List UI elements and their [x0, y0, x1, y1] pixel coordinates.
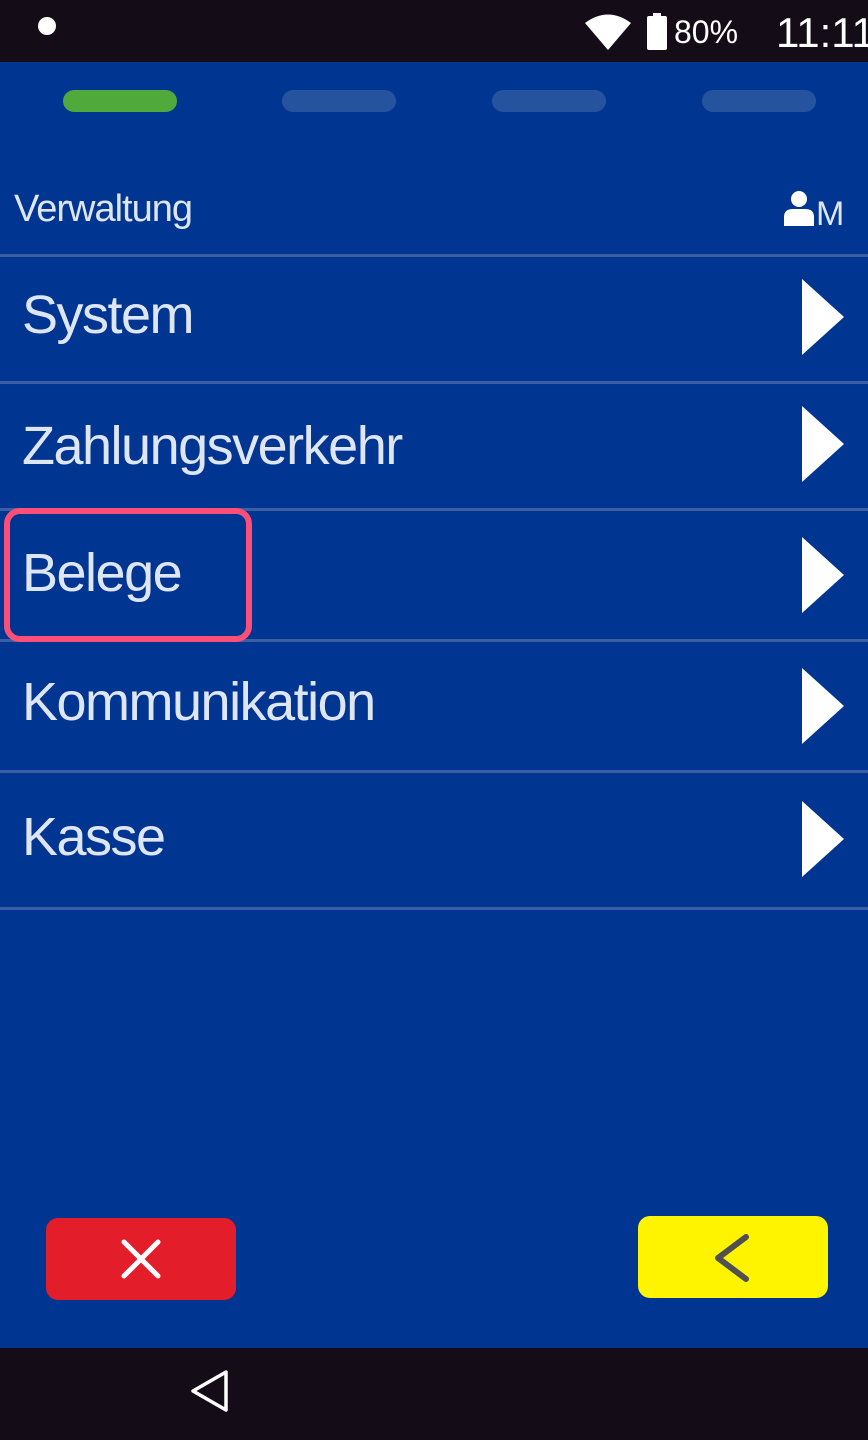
menu-item-label: Kasse	[22, 807, 166, 867]
menu-item-system[interactable]: System	[0, 257, 868, 381]
progress-step-3	[492, 90, 606, 112]
user-role-letter: M	[816, 195, 845, 233]
progress-step-4	[702, 90, 816, 112]
chevron-right-icon	[802, 668, 844, 744]
navigation-bar	[0, 1348, 868, 1440]
menu-item-kommunikation[interactable]: Kommunikation	[0, 642, 868, 770]
close-icon	[121, 1239, 161, 1279]
highlight-box	[4, 508, 252, 642]
user-badge: M	[784, 188, 850, 234]
chevron-left-icon	[715, 1234, 749, 1282]
battery-level: 80%	[674, 14, 739, 50]
menu-item-label: System	[22, 285, 195, 345]
user-icon	[784, 191, 814, 226]
progress-step-1	[63, 90, 177, 112]
back-button[interactable]	[638, 1216, 828, 1298]
progress-step-2	[282, 90, 396, 112]
chevron-right-icon	[802, 279, 844, 355]
chevron-right-icon	[802, 801, 844, 877]
chevron-right-icon	[802, 537, 844, 613]
menu-item-label: Zahlungsverkehr	[22, 416, 403, 476]
menu-item-kasse[interactable]: Kasse	[0, 773, 868, 907]
nav-back-icon[interactable]	[188, 1368, 230, 1414]
clock: 11:11	[776, 9, 868, 56]
notification-dot-icon	[38, 17, 56, 35]
menu-item-zahlungsverkehr[interactable]: Zahlungsverkehr	[0, 384, 868, 508]
battery-icon	[647, 13, 667, 50]
status-bar: 80% 11:11	[0, 0, 868, 62]
menu-item-label: Kommunikation	[22, 672, 376, 732]
cancel-button[interactable]	[46, 1218, 236, 1300]
page-title: Verwaltung	[14, 188, 193, 230]
chevron-right-icon	[802, 406, 844, 482]
divider	[0, 907, 868, 910]
wifi-icon	[585, 14, 631, 50]
